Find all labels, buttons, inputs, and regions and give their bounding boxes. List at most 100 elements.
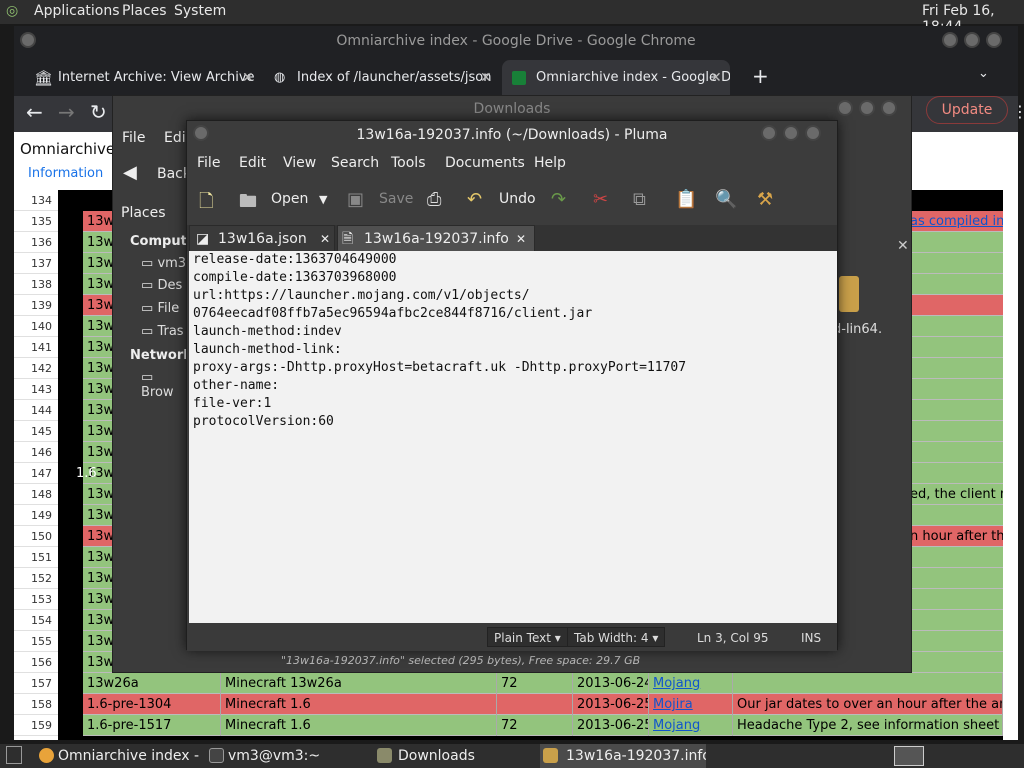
cell-date[interactable]: 2013-06-25 xyxy=(573,715,649,736)
cell-note[interactable] xyxy=(733,673,1003,694)
source-link[interactable]: Mojira xyxy=(653,697,693,712)
row-number[interactable]: 156 xyxy=(14,652,58,673)
new-document-icon[interactable]: 🗋 xyxy=(199,189,213,219)
paste-icon[interactable]: 📋 xyxy=(675,189,697,210)
menu-edit[interactable]: Edit xyxy=(239,155,266,171)
print-icon[interactable]: ⎙ xyxy=(427,189,441,210)
menu-file[interactable]: File xyxy=(197,155,220,171)
tab-internet-archive[interactable]: 🏛 Internet Archive: View Archive ✕ xyxy=(22,60,262,96)
replace-icon[interactable]: ⚒ xyxy=(757,189,773,210)
forward-arrow-icon[interactable]: → xyxy=(58,100,75,124)
row-number[interactable]: 152 xyxy=(14,568,58,589)
back-arrow-icon[interactable]: ← xyxy=(26,100,43,124)
task-pluma[interactable]: 13w16a-192037.info... xyxy=(540,744,706,768)
editor-line[interactable]: proxy-args:-Dhttp.proxyHost=betacraft.uk… xyxy=(193,359,833,377)
row-number[interactable]: 151 xyxy=(14,547,58,568)
menu-help[interactable]: Help xyxy=(534,155,566,171)
editor-line[interactable]: other-name: xyxy=(193,377,833,395)
cell-id[interactable]: 1.6-pre-1517 xyxy=(83,715,221,736)
cell-source[interactable]: Mojang xyxy=(649,715,733,736)
sidebar-item-filesystem[interactable]: ▭ File xyxy=(141,301,179,316)
chevron-down-icon[interactable]: ⌄ xyxy=(978,66,989,81)
menu-tools[interactable]: Tools xyxy=(391,155,426,171)
mate-logo-icon[interactable]: ◎ xyxy=(6,3,18,19)
undo-button[interactable]: Undo xyxy=(499,191,536,207)
row-number[interactable]: 138 xyxy=(14,274,58,295)
editor-line[interactable]: launch-method-link: xyxy=(193,341,833,359)
row-number[interactable]: 135 xyxy=(14,211,58,232)
cell-name[interactable]: Minecraft 13w26a xyxy=(221,673,497,694)
close-icon[interactable]: ✕ xyxy=(897,238,909,254)
row-number[interactable]: 137 xyxy=(14,253,58,274)
menu-view[interactable]: View xyxy=(283,155,316,171)
cell-id[interactable]: 1.6-pre-1304 xyxy=(83,694,221,715)
row-number[interactable]: 159 xyxy=(14,715,58,736)
show-desktop-icon[interactable] xyxy=(6,746,22,764)
tab-13w16a-info[interactable]: 🗎 13w16a-192037.info ✕ xyxy=(337,225,535,251)
minimize-button[interactable] xyxy=(761,125,777,141)
redo-icon[interactable]: ↷ xyxy=(551,189,566,210)
task-downloads[interactable]: Downloads xyxy=(374,744,534,768)
archive-file-icon[interactable] xyxy=(839,276,859,312)
close-icon[interactable]: ✕ xyxy=(516,226,526,252)
update-button[interactable]: Update xyxy=(926,96,1008,124)
close-icon[interactable]: ✕ xyxy=(320,226,330,252)
cell-protocol[interactable]: 72 xyxy=(497,715,573,736)
sheet-title[interactable]: Omniarchive i xyxy=(20,140,124,158)
cell-source[interactable]: Mojang xyxy=(649,673,733,694)
editor-line[interactable]: 0764eecadf08ffb7a5ec96594afbc2ce844f8716… xyxy=(193,305,833,323)
row-number[interactable]: 154 xyxy=(14,610,58,631)
row-number[interactable]: 136 xyxy=(14,232,58,253)
table-row[interactable]: 1.6-pre-1517 Minecraft 1.6 72 2013-06-25 Moj… xyxy=(83,715,1003,736)
cell-date[interactable]: 2013-06-24 xyxy=(573,673,649,694)
row-number[interactable]: 155 xyxy=(14,631,58,652)
sheet-tab-information[interactable]: Information xyxy=(28,166,103,181)
tab-omniarchive[interactable]: Omniarchive index - Google D ✕ xyxy=(502,60,730,96)
places-dropdown[interactable]: Places xyxy=(121,205,166,221)
system-menu[interactable]: System xyxy=(174,3,226,19)
row-number[interactable]: 148 xyxy=(14,484,58,505)
places-menu[interactable]: Places xyxy=(122,3,167,19)
editor-line[interactable]: compile-date:1363703968000 xyxy=(193,269,833,287)
open-icon[interactable]: 🖿 xyxy=(239,189,257,219)
tab-width-dropdown[interactable]: Tab Width: 4 ▾ xyxy=(567,627,666,647)
maximize-button[interactable] xyxy=(783,125,799,141)
row-number[interactable]: 145 xyxy=(14,421,58,442)
row-number[interactable]: 147 xyxy=(14,463,58,484)
search-icon[interactable]: 🔍 xyxy=(715,189,737,210)
cell-name[interactable]: Minecraft 1.6 xyxy=(221,715,497,736)
close-button[interactable] xyxy=(986,32,1002,48)
row-number[interactable]: 139 xyxy=(14,295,58,316)
close-icon[interactable]: ✕ xyxy=(242,60,254,96)
copy-icon[interactable]: ⧉ xyxy=(633,189,646,210)
more-menu-icon[interactable]: ⋮ xyxy=(1012,102,1024,121)
sidebar-item-desktop[interactable]: ▭ Des xyxy=(141,278,182,293)
tab-13w16a-json[interactable]: ◪ 13w16a.json ✕ xyxy=(189,225,335,251)
note-text[interactable]: as compiled in xyxy=(910,214,1003,229)
sidebar-item-trash[interactable]: ▭ Tras xyxy=(141,324,184,339)
editor-line[interactable]: release-date:1363704649000 xyxy=(193,251,833,269)
sidebar-item-browse-network[interactable]: ▭ Brow xyxy=(141,370,189,400)
applications-menu[interactable]: Applications xyxy=(34,3,120,19)
new-tab-icon[interactable]: + xyxy=(752,64,769,88)
source-link[interactable]: Mojang xyxy=(653,676,700,691)
minimize-button[interactable] xyxy=(837,100,853,116)
sidebar-item-vm3[interactable]: ▭ vm3 xyxy=(141,256,186,271)
close-icon[interactable]: ✕ xyxy=(480,60,492,96)
menu-documents[interactable]: Documents xyxy=(445,155,525,171)
task-chrome[interactable]: Omniarchive index -... xyxy=(36,744,200,768)
row-number[interactable]: 140 xyxy=(14,316,58,337)
editor-line[interactable]: file-ver:1 xyxy=(193,395,833,413)
close-button[interactable] xyxy=(805,125,821,141)
cell-note[interactable]: Headache Type 2, see information sheet xyxy=(733,715,1003,736)
row-number[interactable]: 134 xyxy=(14,190,58,211)
close-icon[interactable]: ✕ xyxy=(710,60,722,96)
row-number[interactable]: 144 xyxy=(14,400,58,421)
cell-id[interactable]: 13w26a xyxy=(83,673,221,694)
save-icon[interactable]: ▣ xyxy=(347,189,364,210)
table-row[interactable]: 13w26a Minecraft 13w26a 72 2013-06-24 Mojang xyxy=(83,673,1003,694)
minimize-button[interactable] xyxy=(942,32,958,48)
reload-icon[interactable]: ↻ xyxy=(90,100,107,124)
row-number[interactable]: 158 xyxy=(14,694,58,715)
row-number[interactable]: 142 xyxy=(14,358,58,379)
